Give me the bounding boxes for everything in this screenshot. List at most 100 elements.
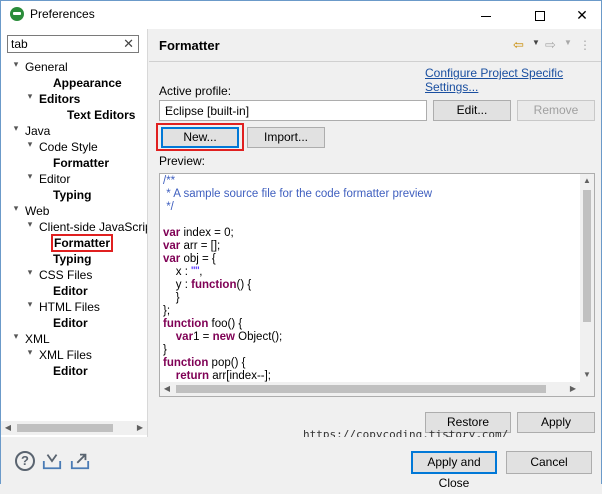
tree-item-label: Code Style [39, 140, 98, 154]
chevron-down-icon: ⌵ [165, 103, 173, 114]
tree-item-label: XML [25, 332, 50, 346]
tree-item[interactable]: HTML Files [39, 299, 100, 315]
edit-button[interactable]: Edit... [433, 100, 511, 121]
expand-toggle-icon[interactable]: ▾ [11, 59, 21, 75]
code-line: /** [163, 175, 432, 188]
tree-item[interactable]: Code Style [39, 139, 98, 155]
tree-item-label: General [25, 60, 68, 74]
code-token: Object(); [234, 331, 283, 343]
active-profile-label: Active profile: [159, 84, 232, 98]
expand-toggle-icon[interactable]: ▾ [25, 139, 35, 155]
expand-toggle-icon[interactable]: ▾ [25, 299, 35, 315]
tree-item-label: Formatter [50, 234, 114, 252]
profile-select[interactable]: Eclipse [built-in] ⌵ [159, 100, 427, 121]
code-token: var [163, 240, 181, 252]
expand-toggle-icon[interactable]: ▾ [25, 91, 35, 107]
tree-item[interactable]: Editor [39, 171, 70, 187]
clear-filter-icon[interactable]: ✕ [123, 36, 134, 52]
tree-item[interactable]: XML Files [39, 347, 92, 363]
code-line: } [163, 344, 432, 357]
remove-button[interactable]: Remove [517, 100, 595, 121]
code-token: y : [163, 279, 192, 291]
tree-item[interactable]: Formatter [50, 234, 114, 252]
tree-item[interactable]: Editor [53, 363, 88, 379]
scroll-left-icon[interactable]: ◀ [160, 382, 174, 396]
new-button[interactable]: New... [161, 127, 239, 148]
tree-item[interactable]: Java [25, 123, 50, 139]
code-token: return [175, 370, 210, 382]
code-line: * A sample source file for the code form… [163, 188, 432, 201]
back-menu-icon[interactable]: ▼ [532, 38, 540, 47]
code-token: foo() { [208, 318, 243, 330]
expand-toggle-icon[interactable]: ▾ [25, 347, 35, 363]
scroll-down-icon[interactable]: ▼ [580, 368, 594, 382]
expand-toggle-icon[interactable]: ▾ [11, 123, 21, 139]
maximize-button[interactable] [517, 1, 563, 29]
tree-item[interactable]: Editor [53, 283, 88, 299]
code-line: function foo() { [163, 318, 432, 331]
close-button[interactable]: ✕ [559, 1, 602, 29]
tree-item[interactable]: XML [25, 331, 50, 347]
preview-horizontal-scrollbar[interactable]: ◀ ▶ [160, 382, 580, 396]
scrollbar-thumb[interactable] [583, 190, 591, 322]
tree-item[interactable]: Editors [39, 91, 80, 107]
import-button[interactable]: Import... [247, 127, 325, 148]
tree-item-label: Formatter [53, 156, 110, 170]
scroll-left-icon[interactable]: ◀ [1, 421, 15, 435]
back-arrow-icon[interactable]: ⇦ [513, 37, 524, 53]
code-line: var obj = { [163, 253, 432, 266]
import-preferences-icon[interactable] [42, 451, 62, 471]
tree-item-label: Client-side JavaScrip [39, 220, 147, 234]
apply-and-close-button[interactable]: Apply and Close [411, 451, 497, 490]
tree-item[interactable]: Typing [53, 187, 91, 203]
minimize-button[interactable] [463, 1, 509, 29]
code-line: } [163, 292, 432, 305]
help-icon[interactable]: ? [15, 451, 35, 471]
header-separator [149, 61, 601, 62]
cancel-button[interactable]: Cancel [506, 451, 592, 474]
scrollbar-thumb[interactable] [176, 385, 546, 393]
expand-toggle-icon[interactable]: ▾ [25, 219, 35, 235]
code-line: }; [163, 305, 432, 318]
formatter-page: Formatter ⇦ ▼ ⇨ ▼ ⋮ Configure Project Sp… [149, 29, 601, 448]
filter-input[interactable] [8, 36, 118, 52]
scroll-right-icon[interactable]: ▶ [566, 382, 580, 396]
apply-button[interactable]: Apply [517, 412, 595, 433]
scroll-right-icon[interactable]: ▶ [133, 421, 147, 435]
tree-item-label: Web [25, 204, 50, 218]
forward-menu-icon[interactable]: ▼ [564, 38, 572, 47]
tree-item[interactable]: Web [25, 203, 49, 219]
forward-arrow-icon[interactable]: ⇨ [545, 37, 556, 53]
maximize-icon [535, 11, 545, 22]
tree-item[interactable]: CSS Files [39, 267, 92, 283]
scrollbar-thumb[interactable] [17, 424, 113, 432]
tree-item-label: Text Editors [67, 108, 136, 122]
configure-project-link[interactable]: Configure Project Specific Settings... [425, 66, 601, 94]
code-token: arr[index--]; [209, 370, 272, 382]
tree-item[interactable]: Text Editors [67, 107, 135, 123]
scroll-up-icon[interactable]: ▲ [580, 174, 594, 188]
view-menu-icon[interactable]: ⋮ [579, 38, 591, 52]
expand-toggle-icon[interactable]: ▾ [11, 203, 21, 219]
preview-vertical-scrollbar[interactable]: ▲ ▼ [580, 174, 594, 382]
tree-item[interactable]: General [25, 59, 68, 75]
tree-item[interactable]: Appearance [53, 75, 122, 91]
tree-item[interactable]: Editor [53, 315, 88, 331]
code-token: var [163, 227, 181, 239]
code-token: index = 0; [180, 227, 234, 239]
code-line: var1 = new Object(); [163, 331, 432, 344]
page-header: Formatter ⇦ ▼ ⇨ ▼ ⋮ [149, 29, 601, 61]
filter-field[interactable]: ✕ [7, 35, 139, 53]
tree-item[interactable]: Typing [53, 251, 91, 267]
window-title: Preferences [30, 7, 95, 21]
tree-item[interactable]: Formatter [53, 155, 109, 171]
expand-toggle-icon[interactable]: ▾ [11, 331, 21, 347]
tree-item[interactable]: Client-side JavaScrip [39, 219, 147, 235]
expand-toggle-icon[interactable]: ▾ [25, 171, 35, 187]
export-preferences-icon[interactable] [70, 451, 90, 471]
tree-horizontal-scrollbar[interactable]: ◀ ▶ [1, 421, 147, 435]
expand-toggle-icon[interactable]: ▾ [25, 267, 35, 283]
